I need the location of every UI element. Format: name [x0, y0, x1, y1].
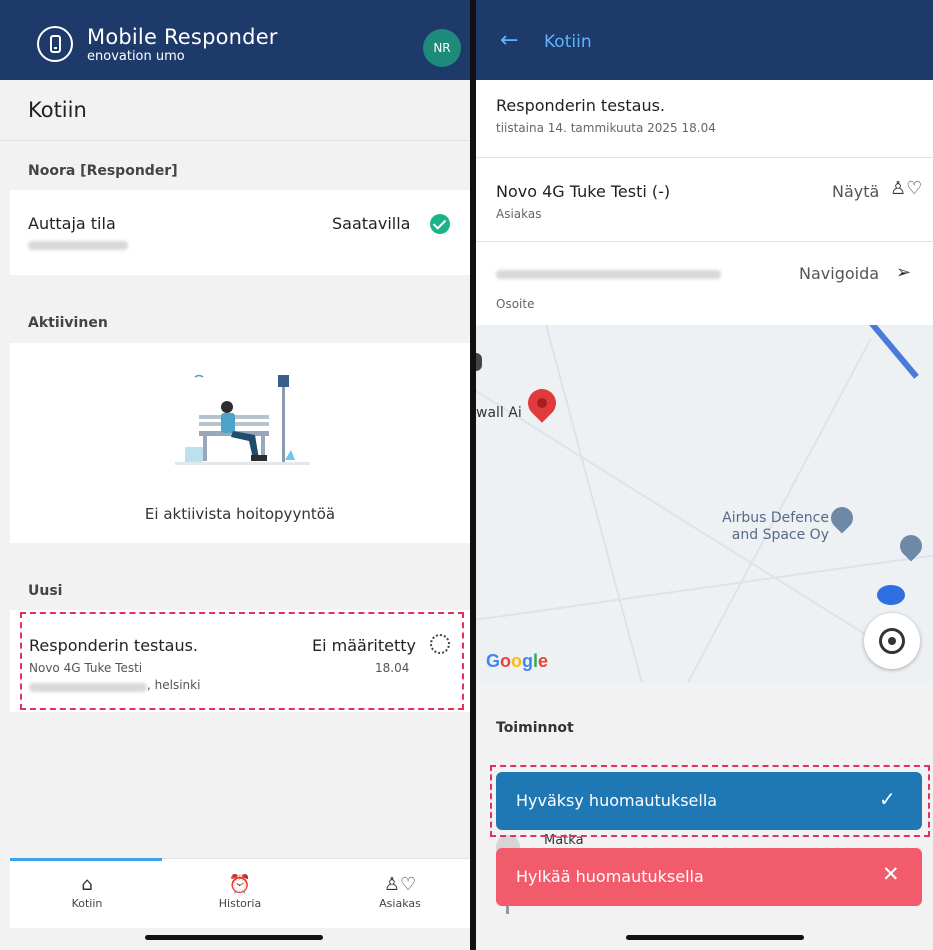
phone-logo-icon [37, 26, 73, 62]
map-road [541, 325, 653, 683]
person-on-bench-illustration [175, 374, 310, 465]
detail-header: ← Kotiin [476, 0, 933, 80]
empty-state-message: Ei aktiivista hoitopyyntöä [144, 505, 336, 523]
home-icon: ⌂ [81, 874, 93, 895]
home-indicator [626, 935, 804, 940]
active-tab-indicator [10, 858, 162, 861]
divider [0, 140, 470, 141]
nav-history-label: Historia [218, 897, 262, 910]
pin-center [537, 398, 547, 408]
my-location-button[interactable] [864, 613, 920, 669]
actions-title: Toiminnot [496, 720, 574, 736]
blurred-address [29, 683, 147, 692]
close-icon: ✕ [882, 862, 900, 886]
bottom-navigation: ⌂ Kotiin ⏰ Historia ♙♡ Asiakas [10, 858, 470, 928]
person-heart-icon: ♙♡ [383, 874, 417, 895]
map-road [476, 548, 933, 624]
map-poi-label: wall Ai [476, 405, 522, 421]
map-view[interactable]: wall Ai Airbus Defence and Space Oy Goog… [476, 325, 933, 683]
request-customer: Novo 4G Tuke Testi [29, 661, 143, 675]
reject-with-note-button[interactable]: Hylkää huomautuksella ✕ [496, 848, 922, 906]
blurred-text [28, 241, 128, 250]
avatar[interactable]: NR [423, 29, 461, 67]
status-label: Auttaja tila [28, 214, 116, 233]
navigation-arrow-icon: ➢ [896, 262, 912, 283]
event-row: Responderin testaus. tiistaina 14. tammi… [476, 80, 933, 157]
header-title: Kotiin [544, 32, 592, 52]
new-section-label: Uusi [28, 583, 63, 599]
request-title: Responderin testaus. [29, 636, 199, 655]
nav-customer[interactable]: ♙♡ Asiakas [340, 873, 460, 910]
reject-label: Hylkää huomautuksella [516, 867, 704, 886]
nav-history[interactable]: ⏰ Historia [180, 873, 300, 910]
new-request-card[interactable]: Responderin testaus. Ei määritetty Novo … [20, 612, 464, 710]
request-time: 18.04 [375, 661, 410, 675]
app-header: Mobile Responder enovation umo NR [0, 0, 470, 80]
user-section-label: Noora [Responder] [28, 163, 178, 179]
home-indicator [145, 935, 323, 940]
nav-home[interactable]: ⌂ Kotiin [27, 873, 147, 910]
map-highway [869, 325, 919, 379]
customer-row[interactable]: Novo 4G Tuke Testi (-) Asiakas Näytä ♙♡ [476, 158, 933, 241]
back-arrow-icon[interactable]: ← [500, 28, 518, 53]
request-status: Ei määritetty [312, 636, 416, 655]
map-marker-partial [476, 353, 482, 371]
event-date: tiistaina 14. tammikuuta 2025 18.04 [496, 121, 716, 135]
checkmark-icon: ✓ [879, 787, 896, 811]
current-location-dot [877, 585, 905, 605]
active-section-label: Aktiivinen [28, 315, 108, 331]
check-circle-icon [430, 214, 450, 234]
task-detail-screen: ← Kotiin Responderin testaus. tiistaina … [476, 0, 933, 950]
nav-customer-label: Asiakas [379, 897, 421, 910]
person-heart-icon: ♙♡ [890, 178, 923, 199]
home-screen: Mobile Responder enovation umo NR Kotiin… [0, 0, 472, 950]
pending-spinner-icon [430, 634, 450, 654]
poi-pin-icon [826, 502, 858, 534]
address-label: Osoite [496, 297, 535, 311]
nav-home-label: Kotiin [71, 897, 103, 910]
crosshair-icon [879, 628, 905, 654]
customer-label: Asiakas [496, 207, 542, 221]
show-customer-button[interactable]: Näytä [832, 182, 879, 201]
accept-label: Hyväksy huomautuksella [516, 791, 718, 810]
status-value: Saatavilla [332, 214, 411, 233]
accept-with-note-button[interactable]: Hyväksy huomautuksella ✓ [496, 772, 922, 830]
blurred-address [496, 270, 721, 279]
navigate-button[interactable]: Navigoida [799, 264, 879, 283]
map-poi-airbus: Airbus Defence and Space Oy [722, 510, 829, 543]
status-row[interactable]: Auttaja tila Saatavilla [10, 190, 470, 275]
app-subtitle: enovation umo [87, 49, 185, 64]
page-title: Kotiin [28, 98, 87, 122]
app-title: Mobile Responder [87, 25, 278, 49]
google-logo: Google [486, 651, 549, 671]
address-row[interactable]: Osoite Navigoida ➢ [476, 242, 933, 325]
customer-name: Novo 4G Tuke Testi (-) [496, 182, 671, 201]
event-title: Responderin testaus. [496, 96, 666, 115]
alarm-clock-icon: ⏰ [228, 874, 252, 895]
request-city: , helsinki [147, 678, 201, 692]
